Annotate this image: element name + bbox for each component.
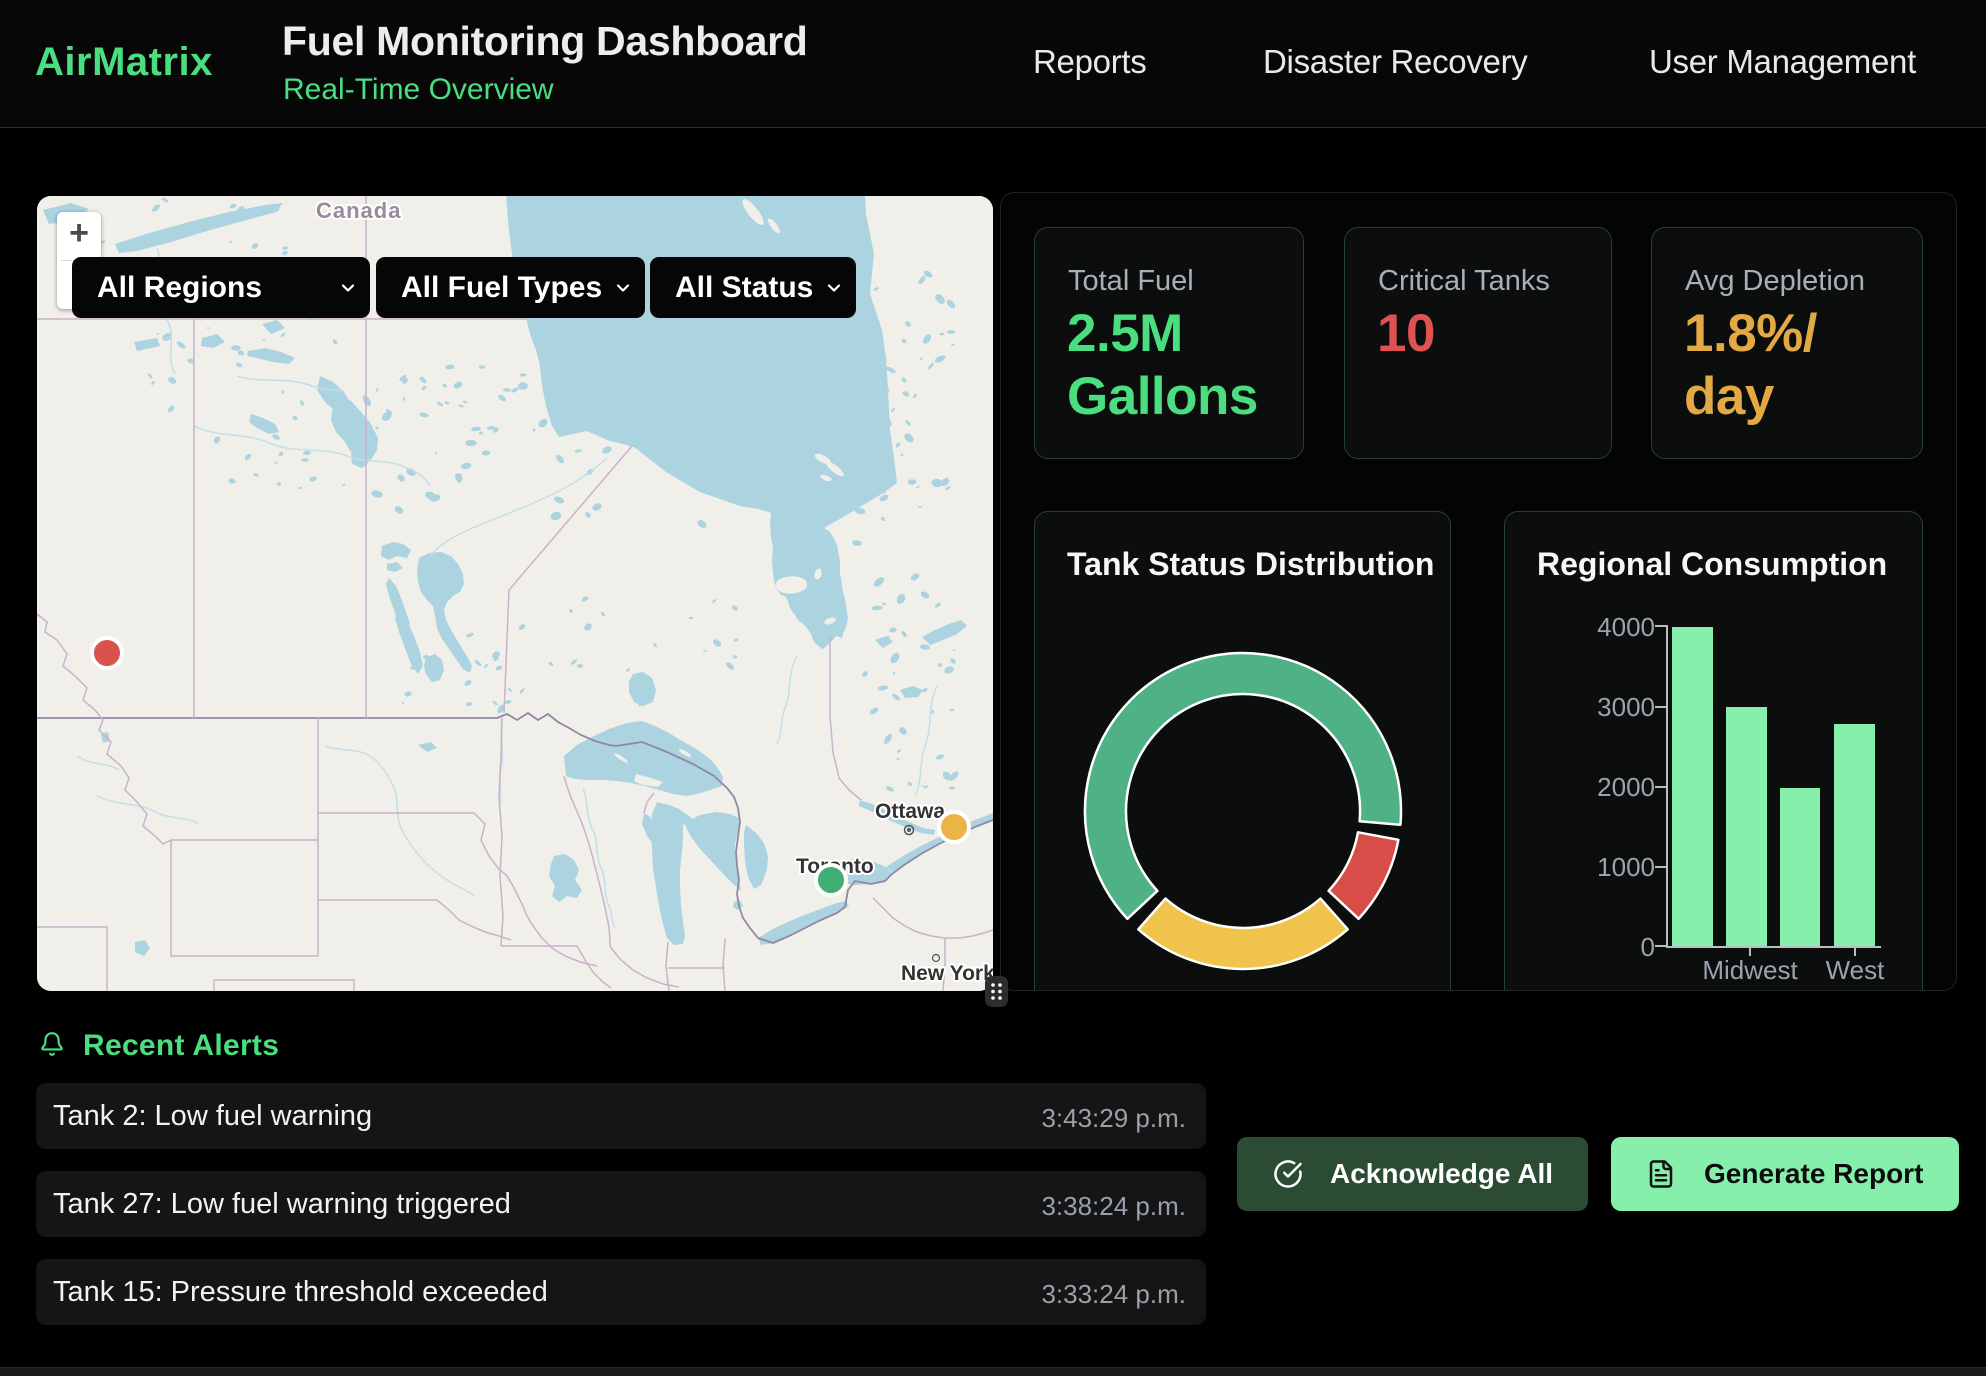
svg-text:Canada: Canada: [316, 198, 401, 223]
svg-text:Midwest: Midwest: [1702, 955, 1798, 985]
svg-text:0: 0: [1641, 932, 1655, 962]
svg-text:4000: 4000: [1597, 612, 1655, 642]
svg-text:1000: 1000: [1597, 852, 1655, 882]
svg-text:West: West: [1826, 955, 1886, 985]
svg-text:Ottawa: Ottawa: [875, 800, 945, 823]
svg-text:New York: New York: [901, 962, 993, 985]
svg-text:2000: 2000: [1597, 772, 1655, 802]
svg-text:3000: 3000: [1597, 692, 1655, 722]
